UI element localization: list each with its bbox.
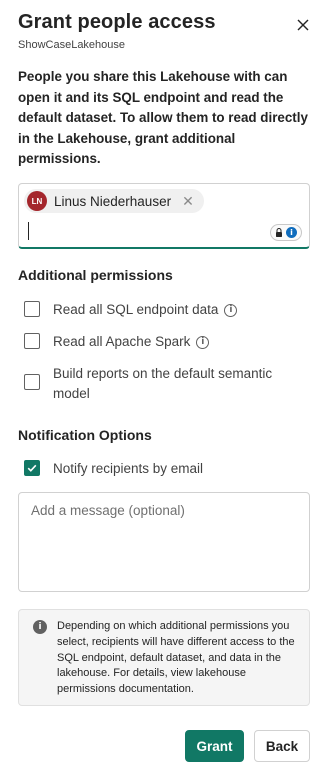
dialog-title: Grant people access [18,11,216,33]
info-badge-icon: i [286,227,297,238]
checkbox-label: Notify recipients by email [53,461,204,476]
message-input[interactable] [18,492,310,592]
info-icon[interactable]: i [224,303,238,317]
back-button[interactable]: Back [254,730,310,762]
close-icon[interactable] [294,16,312,34]
info-message-bar: i Depending on which additional permissi… [18,609,310,706]
text-caret [28,222,29,240]
grant-button[interactable]: Grant [185,730,244,762]
person-name: Linus Niederhauser [54,193,172,209]
checkbox-label: Read all SQL endpoint data [53,302,219,317]
checkbox-label: Read all Apache Spark [53,334,191,349]
dialog-description: People you share this Lakehouse with can… [18,69,308,166]
checkmark-icon [27,464,37,472]
checkbox-read-apache-spark[interactable]: Read all Apache Spark i [24,332,210,352]
info-icon[interactable]: i [196,335,210,349]
checkbox[interactable] [24,301,40,317]
grant-access-panel: Grant people access ShowCaseLakehouse Pe… [0,0,328,779]
checkbox-checked[interactable] [24,460,40,476]
checkbox-build-reports[interactable]: Build reports on the default semantic mo… [24,364,294,404]
lock-icon [276,228,282,237]
person-chip: LN Linus Niederhauser ✕ [24,189,204,213]
info-message-text: Depending on which additional permission… [57,620,295,696]
additional-permissions-heading: Additional permissions [18,267,173,283]
checkbox-notify-recipients[interactable]: Notify recipients by email [24,459,203,479]
checkbox[interactable] [24,333,40,349]
info-icon: i [33,620,47,634]
checkbox-label: Build reports on the default semantic mo… [53,366,273,401]
notification-options-heading: Notification Options [18,427,152,443]
remove-person-icon[interactable]: ✕ [182,194,194,208]
password-manager-badge[interactable]: i [270,224,302,241]
people-picker[interactable]: LN Linus Niederhauser ✕ i [18,183,310,249]
checkbox[interactable] [24,374,40,390]
checkbox-read-sql-endpoint[interactable]: Read all SQL endpoint data i [24,300,238,320]
avatar: LN [27,191,47,211]
dialog-subtitle: ShowCaseLakehouse [18,39,126,51]
